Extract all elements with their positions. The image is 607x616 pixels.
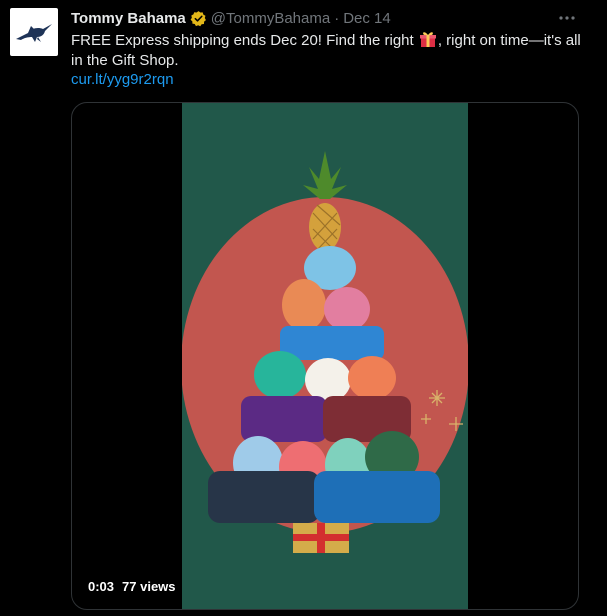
display-name[interactable]: Tommy Bahama: [71, 10, 186, 27]
tweet[interactable]: Tommy Bahama @TommyBahama · Dec 14 FREE …: [0, 0, 607, 616]
folded-shirt-row-7: [208, 471, 440, 523]
separator: ·: [334, 9, 340, 27]
verified-badge-icon: [190, 10, 206, 26]
wrapped-gift-icon: [419, 32, 436, 47]
video-frame[interactable]: [182, 103, 468, 609]
tweet-text-part-1: FREE Express shipping ends Dec 20! Find …: [71, 32, 418, 49]
video-elapsed-time: 0:03: [88, 579, 115, 594]
video-meta: 0:03 77 views: [88, 579, 176, 594]
tweet-header: Tommy Bahama @TommyBahama · Dec 14: [71, 8, 391, 28]
handle[interactable]: @TommyBahama: [211, 10, 330, 27]
more-options-icon: [559, 16, 575, 20]
marlin-logo-icon: [16, 24, 52, 42]
avatar[interactable]: [10, 8, 58, 56]
tweet-text: FREE Express shipping ends Dec 20! Find …: [71, 30, 581, 71]
folded-shirt-row-3: [280, 326, 384, 360]
timestamp[interactable]: Dec 14: [343, 10, 391, 27]
video-view-count: 77 views: [122, 579, 176, 594]
gift-box-icon: [293, 523, 349, 553]
tweet-link[interactable]: cur.lt/yyg9r2rqn: [71, 70, 174, 90]
more-options-button[interactable]: [557, 8, 577, 28]
folded-shirt-row-4: [254, 351, 396, 402]
video-player[interactable]: 0:03 77 views: [71, 102, 579, 610]
